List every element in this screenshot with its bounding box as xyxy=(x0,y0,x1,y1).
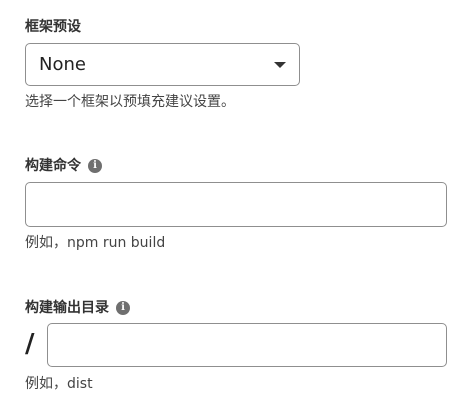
chevron-down-icon xyxy=(274,62,286,68)
framework-preset-select[interactable]: None xyxy=(25,43,300,86)
build-command-help: 例如，npm run build xyxy=(25,235,166,251)
build-command-input[interactable] xyxy=(25,182,447,227)
output-directory-label: 构建输出目录 i xyxy=(25,299,130,317)
output-directory-label-text: 构建输出目录 xyxy=(25,300,109,316)
framework-preset-label-text: 框架预设 xyxy=(25,19,81,35)
build-command-label-text: 构建命令 xyxy=(25,158,81,174)
output-directory-prefix: / xyxy=(25,329,35,359)
output-directory-help: 例如，dist xyxy=(25,376,93,392)
info-icon[interactable]: i xyxy=(88,159,102,173)
framework-preset-help: 选择一个框架以预填充建议设置。 xyxy=(25,94,235,110)
build-command-label: 构建命令 i xyxy=(25,157,102,175)
output-directory-input[interactable] xyxy=(47,323,447,367)
framework-preset-label: 框架预设 xyxy=(25,18,81,36)
info-icon[interactable]: i xyxy=(116,301,130,315)
framework-preset-selected-value: None xyxy=(39,54,86,75)
